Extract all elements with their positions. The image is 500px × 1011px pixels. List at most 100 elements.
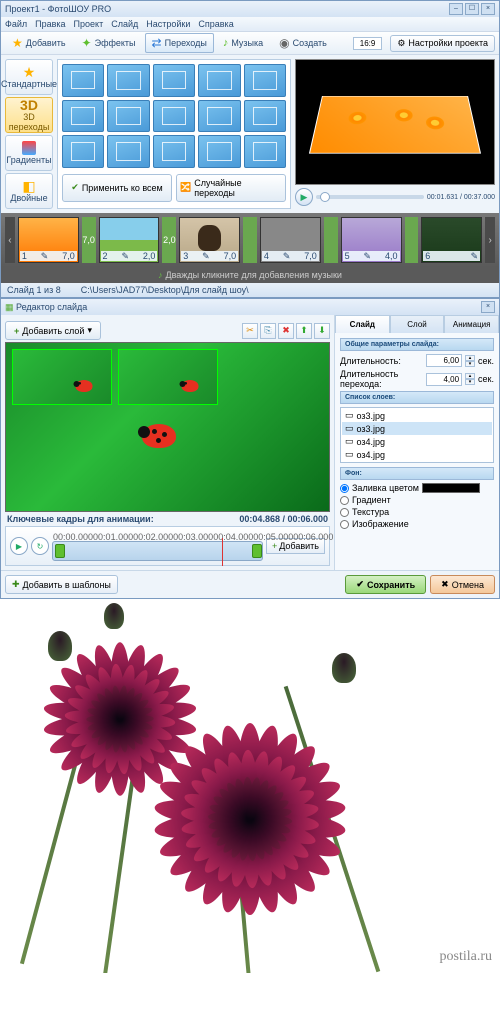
- image-icon: ▭: [345, 436, 354, 447]
- save-button[interactable]: ✔Сохранить: [345, 575, 426, 594]
- slide-thumb[interactable]: 4✎7,0: [260, 217, 321, 263]
- layer-rect[interactable]: [118, 349, 218, 405]
- random-transitions-button[interactable]: 🔀Случайные переходы: [176, 174, 286, 202]
- layer-rect[interactable]: [12, 349, 112, 405]
- duration-spinner[interactable]: ▴▾: [465, 355, 475, 367]
- kf-loop-button[interactable]: ↻: [31, 537, 49, 555]
- sidebar-item-gradients[interactable]: Градиенты: [5, 135, 53, 171]
- transition-thumb[interactable]: [153, 135, 195, 168]
- layer-toolbar: +Добавить слой▾ ✂ ⎘ ✖ ⬆ ⬇: [5, 319, 330, 342]
- transitions-button[interactable]: ⇄Переходы: [145, 33, 214, 53]
- keyframe-marker[interactable]: [55, 544, 65, 558]
- tab-animation[interactable]: Анимация: [444, 315, 499, 333]
- music-button[interactable]: ♪Музыка: [216, 34, 270, 52]
- transition-gap[interactable]: [324, 217, 338, 263]
- duration-input[interactable]: [426, 354, 462, 367]
- playback-slider[interactable]: [316, 195, 424, 199]
- menu-file[interactable]: Файл: [5, 19, 27, 29]
- layer-list-item[interactable]: ▭оз3.jpg: [342, 409, 492, 422]
- transition-thumb[interactable]: [62, 135, 104, 168]
- minimize-button[interactable]: –: [449, 3, 463, 15]
- tab-layer[interactable]: Слой: [390, 315, 445, 333]
- filmstrip: ‹ 1✎7,0 7,0 2✎2,0 2,0 3✎7,0 4✎7,0 5✎4,0 …: [1, 213, 499, 267]
- transition-thumb[interactable]: [62, 100, 104, 133]
- cancel-icon: ✖: [441, 579, 449, 590]
- slide-canvas[interactable]: [5, 342, 330, 512]
- trans-duration-spinner[interactable]: ▴▾: [465, 373, 475, 385]
- playhead[interactable]: [222, 538, 223, 566]
- transition-thumb[interactable]: [153, 100, 195, 133]
- cut-button[interactable]: ✂: [242, 323, 258, 339]
- trans-duration-input[interactable]: [426, 373, 462, 386]
- down-button[interactable]: ⬇: [314, 323, 330, 339]
- menu-slide[interactable]: Слайд: [111, 19, 138, 29]
- create-button[interactable]: ◉Создать: [272, 33, 334, 53]
- cancel-button[interactable]: ✖Отмена: [430, 575, 495, 594]
- music-track-hint[interactable]: ♪Дважды кликните для добавления музыки: [1, 267, 499, 283]
- gear-icon: ⚙: [397, 38, 405, 49]
- transition-thumb[interactable]: [62, 64, 104, 97]
- aspect-ratio[interactable]: 16:9: [353, 37, 383, 50]
- keyframe-track[interactable]: 00:00.00000:01.00000:02.00000:03.00000:0…: [52, 541, 263, 561]
- add-button[interactable]: ★Добавить: [5, 33, 73, 53]
- layers-list[interactable]: ▭оз3.jpg ▭оз3.jpg ▭оз4.jpg ▭оз4.jpg: [340, 407, 494, 463]
- bg-color-radio[interactable]: [340, 484, 349, 493]
- transition-thumb[interactable]: [107, 64, 149, 97]
- bg-color-swatch[interactable]: [422, 483, 480, 493]
- transition-thumb[interactable]: [198, 64, 240, 97]
- maximize-button[interactable]: ☐: [465, 3, 479, 15]
- slide-thumb[interactable]: 5✎4,0: [341, 217, 402, 263]
- image-icon: ▭: [345, 449, 354, 460]
- project-settings-button[interactable]: ⚙Настройки проекта: [390, 35, 495, 52]
- effects-button[interactable]: ✦Эффекты: [75, 33, 143, 53]
- delete-button[interactable]: ✖: [278, 323, 294, 339]
- transition-thumb[interactable]: [153, 64, 195, 97]
- menu-edit[interactable]: Правка: [35, 19, 65, 29]
- play-button[interactable]: ▶: [295, 188, 313, 206]
- kf-play-button[interactable]: ▶: [10, 537, 28, 555]
- sidebar-item-standard[interactable]: ★Стандартные: [5, 59, 53, 95]
- transition-gap[interactable]: 2,0: [162, 217, 176, 263]
- apply-all-button[interactable]: ✔Применить ко всем: [62, 174, 172, 202]
- transition-thumb[interactable]: [198, 135, 240, 168]
- star-icon: ★: [23, 65, 36, 79]
- menu-help[interactable]: Справка: [198, 19, 233, 29]
- slide-thumb[interactable]: 2✎2,0: [99, 217, 160, 263]
- filmstrip-next[interactable]: ›: [485, 217, 495, 263]
- bg-head: Фон:: [340, 467, 494, 480]
- transition-gap[interactable]: [405, 217, 419, 263]
- layer-list-item[interactable]: ▭оз4.jpg: [342, 435, 492, 448]
- slide-thumb[interactable]: 6✎: [421, 217, 482, 263]
- image-icon: ▭: [345, 423, 354, 434]
- slide-thumb[interactable]: 3✎7,0: [179, 217, 240, 263]
- layer-list-item[interactable]: ▭оз3.jpg: [342, 422, 492, 435]
- bg-image-radio[interactable]: [340, 520, 349, 529]
- copy-button[interactable]: ⎘: [260, 323, 276, 339]
- up-button[interactable]: ⬆: [296, 323, 312, 339]
- transition-thumb[interactable]: [107, 135, 149, 168]
- add-to-templates-button[interactable]: ✚Добавить в шаблоны: [5, 575, 118, 594]
- sidebar-item-double[interactable]: ◧Двойные: [5, 173, 53, 209]
- slide-thumb[interactable]: 1✎7,0: [18, 217, 79, 263]
- editor-close-button[interactable]: ×: [481, 301, 495, 313]
- close-button[interactable]: ×: [481, 3, 495, 15]
- transition-gap[interactable]: [243, 217, 257, 263]
- menu-project[interactable]: Проект: [74, 19, 104, 29]
- keyframe-marker[interactable]: [252, 544, 262, 558]
- add-layer-button[interactable]: +Добавить слой▾: [5, 321, 101, 340]
- layer-list-item[interactable]: ▭оз4.jpg: [342, 448, 492, 461]
- transition-thumb[interactable]: [198, 100, 240, 133]
- transition-thumb[interactable]: [244, 135, 286, 168]
- transition-thumb[interactable]: [244, 64, 286, 97]
- tab-slide[interactable]: Слайд: [335, 315, 390, 333]
- transition-thumb[interactable]: [107, 100, 149, 133]
- transition-thumb[interactable]: [244, 100, 286, 133]
- menu-settings[interactable]: Настройки: [146, 19, 190, 29]
- sidebar-item-3d[interactable]: 3D3D переходы: [5, 97, 53, 133]
- filmstrip-prev[interactable]: ‹: [5, 217, 15, 263]
- double-icon: ◧: [22, 179, 35, 193]
- bg-gradient-radio[interactable]: [340, 496, 349, 505]
- transition-gap[interactable]: 7,0: [82, 217, 96, 263]
- bg-texture-radio[interactable]: [340, 508, 349, 517]
- file-path: C:\Users\JAD77\Desktop\Для слайд шоу\: [81, 285, 249, 295]
